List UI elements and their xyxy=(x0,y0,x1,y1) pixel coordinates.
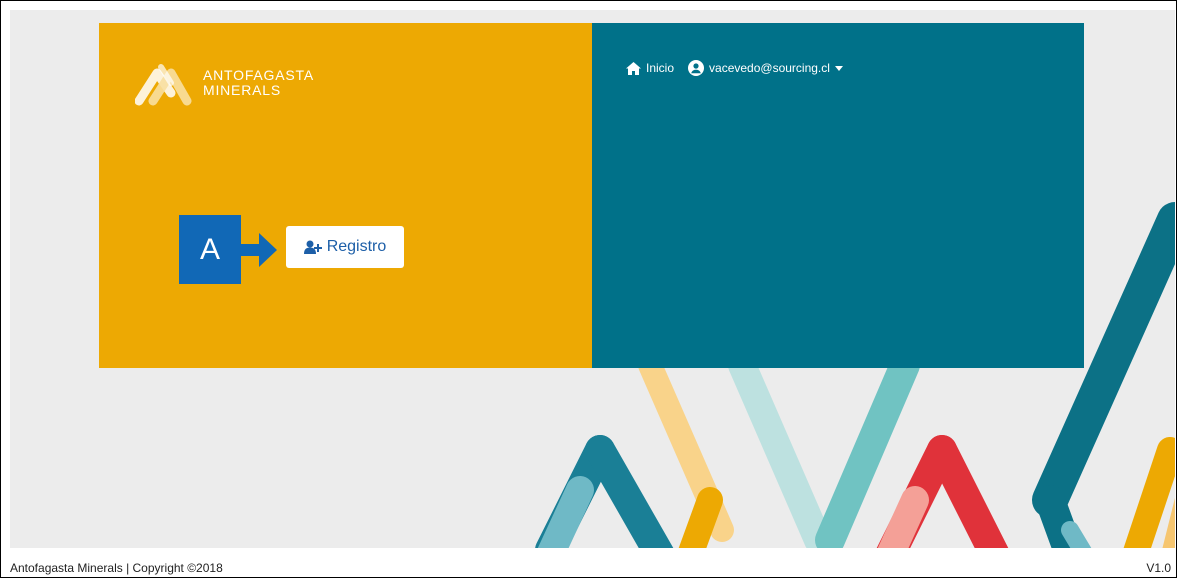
top-nav: Inicio vacevedo@sourcing.cl xyxy=(626,60,843,76)
user-plus-icon xyxy=(303,240,322,254)
footer-copyright: Antofagasta Minerals | Copyright ©2018 xyxy=(10,561,223,575)
browser-frame: ANTOFAGASTA MINERALS A Registro Inicio v… xyxy=(0,0,1177,578)
arrow-right-icon xyxy=(241,233,277,267)
nav-home-label: Inicio xyxy=(646,61,675,75)
page-viewport: ANTOFAGASTA MINERALS A Registro Inicio v… xyxy=(10,10,1175,548)
home-icon xyxy=(626,61,641,75)
logo-line-2: MINERALS xyxy=(203,82,281,98)
user-circle-icon xyxy=(688,60,705,76)
brand-panel: ANTOFAGASTA MINERALS A Registro xyxy=(99,23,592,368)
logo[interactable]: ANTOFAGASTA MINERALS xyxy=(135,59,314,107)
nav-panel: Inicio vacevedo@sourcing.cl xyxy=(592,23,1084,368)
register-button[interactable]: Registro xyxy=(286,226,404,268)
footer: Antofagasta Minerals | Copyright ©2018 V… xyxy=(1,548,1176,577)
user-menu-toggle[interactable]: vacevedo@sourcing.cl xyxy=(688,60,843,76)
footer-version: V1.0 xyxy=(1146,561,1171,575)
caret-down-icon xyxy=(834,65,843,71)
user-email: vacevedo@sourcing.cl xyxy=(709,61,830,75)
logo-line-1: ANTOFAGASTA xyxy=(203,67,314,83)
nav-home[interactable]: Inicio xyxy=(626,61,674,75)
register-button-label: Registro xyxy=(326,238,387,255)
antofagasta-logo-icon xyxy=(135,64,192,106)
callout-marker: A xyxy=(179,215,241,284)
logo-text: ANTOFAGASTA MINERALS xyxy=(203,68,314,98)
